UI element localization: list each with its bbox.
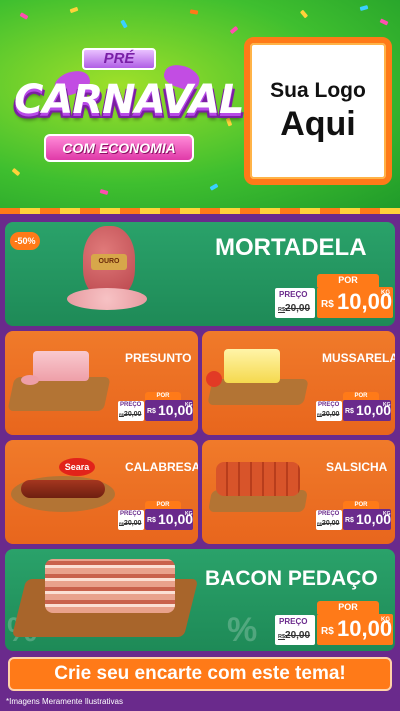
product-name: MORTADELA (215, 234, 367, 261)
confetti (209, 183, 219, 191)
price-tag: POR PREÇO R$20,00 R$ 10,00 KG (275, 601, 393, 649)
currency: R$ (147, 517, 156, 524)
confetti (19, 12, 29, 20)
por-label: POR (145, 392, 181, 400)
brand-label: Seara (59, 458, 95, 476)
preco-label: PREÇO (318, 511, 340, 517)
badge-pre: PRÉ (82, 48, 156, 70)
cta-button[interactable]: Crie seu encarte com este tema! (8, 657, 392, 691)
header-divider (0, 208, 400, 214)
new-price-box: R$ 10,00 KG (317, 614, 393, 645)
tomato-image (206, 371, 222, 387)
unit: KG (381, 617, 390, 623)
carnaval-badge: PRÉ CARNAVAL COM ECONOMIA (14, 30, 245, 180)
product-name: PRESUNTO (125, 351, 192, 365)
confetti (299, 9, 309, 19)
old-price: R$20,00 (278, 630, 311, 641)
logo-line2: Aqui (280, 105, 356, 143)
bacon-image (45, 559, 175, 613)
old-price-box: PREÇO R$20,00 (275, 615, 315, 645)
presunto-image (33, 351, 89, 381)
new-price-box: R$ 10,00 KG (343, 400, 391, 421)
price-tag: POR PREÇO R$20,00 R$ 10,00 KG (275, 274, 393, 322)
calabresa-image (21, 480, 105, 498)
currency: R$ (321, 626, 334, 637)
old-price-box: PREÇO R$20,00 (316, 510, 342, 530)
product-name: SALSICHA (326, 460, 388, 474)
por-label: POR (145, 501, 181, 509)
price-tag: POR PREÇO R$20,00 R$ 10,00 KG (118, 501, 194, 533)
confetti (99, 189, 109, 195)
percent-decoration: % (227, 611, 258, 649)
por-label: POR (343, 501, 379, 509)
currency: R$ (147, 408, 156, 415)
confetti (359, 5, 369, 11)
preco-label: PREÇO (120, 402, 142, 408)
price-tag: POR PREÇO R$20,00 R$ 10,00 KG (316, 501, 392, 533)
badge-title: CARNAVAL (14, 77, 245, 123)
unit: KG (185, 402, 193, 408)
preco-label: PREÇO (279, 617, 308, 626)
product-name: CALABRESA (125, 460, 198, 474)
new-price-box: R$ 10,00 KG (145, 509, 193, 530)
mussarela-image (224, 349, 280, 383)
logo-placeholder[interactable]: Sua Logo Aqui (244, 37, 392, 185)
price-tag: POR PREÇO R$20,00 R$ 10,00 KG (316, 392, 392, 424)
old-price: R$20,00 (119, 411, 142, 418)
unit: KG (383, 402, 391, 408)
confetti (379, 18, 389, 26)
confetti (69, 6, 79, 14)
new-price-box: R$ 10,00 KG (317, 287, 393, 318)
por-label: POR (317, 601, 379, 614)
preco-label: PREÇO (120, 511, 142, 517)
confetti (229, 25, 239, 35)
presunto-slice (21, 375, 39, 385)
por-label: POR (317, 274, 379, 287)
header-banner: PRÉ CARNAVAL COM ECONOMIA Sua Logo Aqui (0, 0, 400, 212)
product-name: BACON PEDAÇO (205, 567, 378, 590)
unit: KG (185, 511, 193, 517)
logo-line1: Sua Logo (270, 79, 366, 102)
salsicha-image (216, 462, 300, 496)
preco-label: PREÇO (318, 402, 340, 408)
old-price-box: PREÇO R$20,00 (275, 288, 315, 318)
old-price: R$20,00 (119, 520, 142, 527)
old-price-box: PREÇO R$20,00 (118, 401, 144, 421)
por-label: POR (343, 392, 379, 400)
old-price: R$20,00 (317, 520, 340, 527)
old-price-box: PREÇO R$20,00 (118, 510, 144, 530)
unit: KG (381, 290, 390, 296)
product-name: MUSSARELA (322, 351, 395, 365)
old-price: R$20,00 (317, 411, 340, 418)
new-price-box: R$ 10,00 KG (145, 400, 193, 421)
unit: KG (383, 511, 391, 517)
confetti (189, 9, 199, 15)
old-price-box: PREÇO R$20,00 (316, 401, 342, 421)
discount-badge: -50% (10, 232, 40, 250)
footnote: *Imagens Meramente Ilustrativas (6, 697, 123, 706)
currency: R$ (345, 517, 354, 524)
currency: R$ (345, 408, 354, 415)
preco-label: PREÇO (279, 290, 308, 299)
confetti (120, 19, 128, 29)
currency: R$ (321, 299, 334, 310)
old-price: R$20,00 (278, 303, 311, 314)
brand-label: OURO (91, 254, 127, 270)
mortadela-slices (67, 288, 147, 310)
badge-subtitle: COM ECONOMIA (44, 134, 194, 162)
new-price-box: R$ 10,00 KG (343, 509, 391, 530)
price-tag: POR PREÇO R$20,00 R$ 10,00 KG (118, 392, 194, 424)
